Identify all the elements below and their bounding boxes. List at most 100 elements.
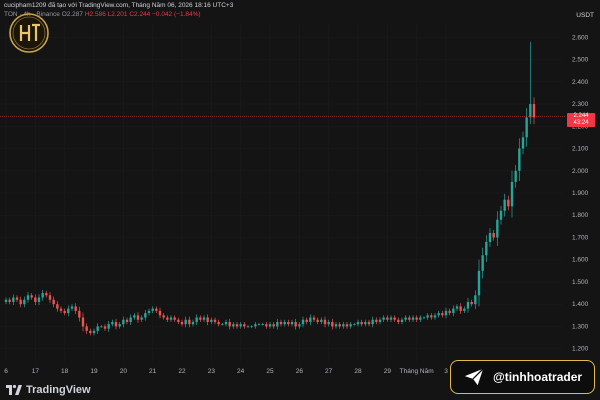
candle-body — [356, 321, 360, 325]
candle-countdown: 43:24 — [573, 119, 589, 126]
candle-body — [92, 330, 96, 334]
candle-body — [74, 306, 77, 311]
candle-body — [342, 324, 345, 327]
candle-body — [45, 293, 48, 296]
candle-body — [243, 324, 246, 327]
price-tick-label: 1.900 — [572, 190, 589, 197]
send-icon — [464, 368, 484, 386]
candle-body — [525, 117, 528, 138]
tradingview-logo[interactable]: TradingView — [6, 384, 91, 396]
candle-body — [166, 317, 169, 320]
candle-body — [235, 324, 239, 327]
candle-body — [213, 319, 217, 322]
candle-body — [118, 324, 121, 327]
candle-body — [404, 317, 407, 320]
candle-body — [320, 319, 323, 322]
candle-body — [70, 306, 74, 309]
candle-body — [195, 317, 198, 322]
candle-body — [56, 304, 59, 309]
time-tick-label: 22 — [178, 368, 186, 375]
candle-body — [96, 326, 99, 331]
time-tick-label: 19 — [90, 368, 98, 375]
candle-body — [107, 324, 110, 329]
time-tick-label: 23 — [208, 368, 216, 375]
candle-body — [239, 324, 242, 327]
candle-body — [158, 310, 162, 316]
candle-body — [184, 319, 187, 325]
candle-body — [23, 299, 26, 305]
price-tick-label: 1.400 — [572, 301, 589, 308]
candle-body — [503, 199, 506, 211]
candle-body — [67, 308, 70, 314]
candle-body — [103, 326, 107, 329]
candle-body — [345, 324, 349, 327]
candle-body — [250, 326, 253, 328]
time-tick-label: 17 — [32, 368, 40, 375]
time-tick-label: 18 — [61, 368, 69, 375]
candle-body — [389, 317, 393, 320]
candle-body — [514, 170, 517, 182]
candle-body — [437, 313, 440, 316]
candle-body — [63, 310, 66, 314]
price-tick-label: 1.600 — [572, 257, 589, 264]
price-tick-label: 1.200 — [572, 346, 589, 353]
candle-body — [147, 310, 151, 314]
candlestick-chart[interactable]: 2.6002.5002.4002.3002.2002.1002.0001.900… — [0, 0, 600, 400]
ohlc-low: L2.201 — [107, 11, 128, 18]
time-tick-label: 3 — [444, 368, 448, 375]
tradingview-logo-icon — [6, 384, 22, 395]
candle-body — [430, 315, 433, 318]
candle-body — [261, 324, 264, 325]
telegram-badge[interactable]: @tinhhoatrader — [450, 360, 595, 394]
candle-body — [400, 319, 404, 322]
time-tick-label: 26 — [296, 368, 304, 375]
candle-body — [202, 317, 206, 320]
candle-body — [155, 308, 158, 311]
candle-body — [463, 308, 466, 311]
candle-body — [532, 104, 536, 118]
candle-body — [305, 319, 308, 322]
candle-body — [382, 317, 385, 320]
candle-body — [474, 295, 477, 305]
candle-body — [81, 317, 85, 327]
ohlc-change: −0.042 (−1.84%) — [152, 11, 201, 18]
price-tick-label: 1.800 — [572, 212, 589, 219]
candle-body — [133, 315, 136, 318]
candle-body — [173, 317, 176, 320]
price-axis[interactable]: 2.6002.5002.4002.3002.2002.1002.0001.900… — [572, 34, 589, 352]
candle-body — [496, 219, 499, 238]
candle-body — [89, 330, 92, 334]
watermark-logo-icon — [9, 13, 49, 53]
candle-body — [444, 310, 448, 316]
candle-body — [125, 319, 129, 322]
price-tick-label: 2.600 — [572, 34, 589, 41]
time-tick-label: 29 — [384, 368, 392, 375]
candle-body — [448, 310, 451, 314]
candle-body — [323, 319, 327, 325]
candle-body — [455, 306, 459, 309]
candle-body — [290, 321, 294, 325]
time-tick-label: 21 — [149, 368, 157, 375]
candle-body — [100, 326, 103, 328]
candle-body — [312, 317, 316, 320]
candle-body — [529, 104, 532, 118]
candle-body — [485, 241, 488, 256]
candle-body — [37, 297, 41, 302]
candle-body — [151, 308, 154, 311]
candle-body — [276, 321, 279, 327]
candle-body — [246, 326, 250, 328]
candle-body — [499, 210, 503, 220]
candle-body — [34, 297, 37, 302]
candle-body — [364, 321, 367, 325]
candle-body — [477, 270, 481, 296]
candle-body — [393, 317, 396, 320]
currency-label[interactable]: USDT — [576, 12, 594, 19]
candle-body — [309, 317, 312, 322]
candle-body — [30, 295, 33, 298]
candle-body — [122, 319, 125, 325]
candle-body — [162, 315, 165, 318]
candle-body — [283, 321, 286, 325]
candle-body — [8, 299, 11, 302]
candle-body — [206, 317, 209, 322]
candle-body — [334, 324, 338, 327]
